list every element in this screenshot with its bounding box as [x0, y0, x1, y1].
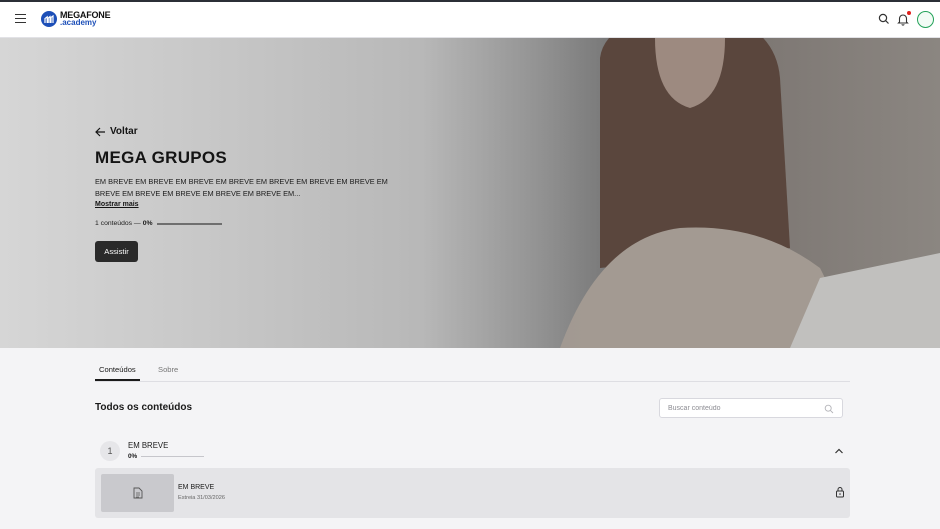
notification-dot: [907, 11, 911, 15]
progress-percent: 0%: [142, 220, 153, 227]
brand-suffix: .academy: [60, 18, 97, 27]
lesson-item[interactable]: EM BREVE Estreia 31/03/2026: [95, 468, 850, 518]
lock-icon: [836, 487, 844, 498]
tab-about[interactable]: Sobre: [158, 365, 178, 374]
brand-logo[interactable]: MEGAFONE .academy: [41, 11, 111, 27]
active-tab-indicator: [95, 379, 140, 381]
search-icon[interactable]: [877, 12, 891, 26]
module-title: EM BREVE: [128, 441, 169, 450]
back-label: Voltar: [110, 126, 138, 137]
hero-banner: Voltar MEGA GRUPOS EM BREVE EM BREVE EM …: [0, 38, 940, 348]
arrow-left-icon: [95, 127, 105, 136]
document-icon: [133, 487, 142, 499]
bell-icon[interactable]: [896, 11, 911, 26]
back-link[interactable]: Voltar: [95, 126, 138, 137]
tab-contents[interactable]: Conteúdos: [99, 365, 136, 374]
watch-button[interactable]: Assistir: [95, 241, 138, 262]
module-number: 1: [100, 441, 120, 461]
menu-icon[interactable]: [15, 14, 26, 24]
page-title: MEGA GRUPOS: [95, 148, 228, 167]
module-progress-percent: 0%: [128, 453, 138, 460]
logo-mark-icon: [41, 11, 57, 27]
module-progress-bar: [141, 455, 205, 458]
content-count: 1 conteúdos —: [95, 220, 141, 227]
search-input[interactable]: [668, 403, 818, 414]
show-more-link[interactable]: Mostrar mais: [95, 201, 139, 208]
content-search: [659, 398, 843, 418]
course-description: EM BREVE EM BREVE EM BREVE EM BREVE EM B…: [95, 177, 388, 198]
module-progress: 0%: [128, 453, 205, 460]
section-title: Todos os conteúdos: [95, 402, 193, 413]
app-header: MEGAFONE .academy: [0, 2, 940, 38]
lesson-thumbnail: [101, 474, 174, 512]
lesson-release-date: Estreia 31/03/2026: [178, 495, 225, 501]
search-icon[interactable]: [824, 404, 834, 414]
chevron-up-icon[interactable]: [834, 446, 844, 456]
module-header[interactable]: 1 EM BREVE 0%: [95, 436, 850, 466]
course-progress: 1 conteúdos — 0%: [95, 220, 222, 227]
progress-bar: [156, 222, 222, 225]
avatar[interactable]: [917, 11, 934, 28]
content-tabs: Conteúdos Sobre: [95, 359, 850, 382]
lesson-title: EM BREVE: [178, 484, 215, 491]
